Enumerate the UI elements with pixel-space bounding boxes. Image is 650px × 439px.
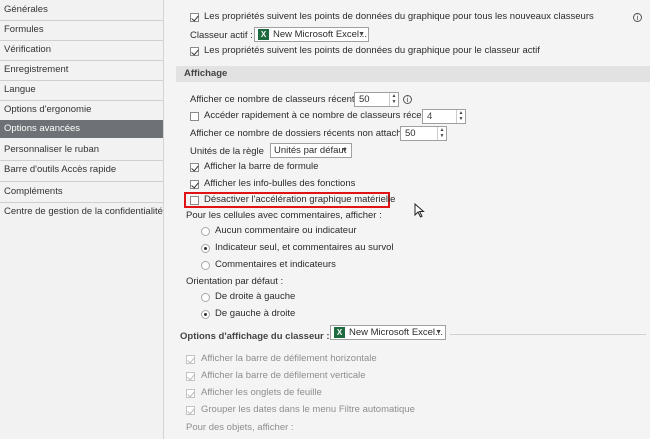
orientation-label: Orientation par défaut :: [186, 276, 284, 287]
spin-arrows-icon[interactable]: ▲ ▼: [389, 93, 398, 106]
chevron-down-icon: ▼: [358, 31, 365, 38]
disable-hw-accel-label: Désactiver l'accélération graphique maté…: [204, 194, 396, 205]
comments-label: Pour les cellules avec commentaires, aff…: [186, 210, 382, 221]
recent-folders-stepper[interactable]: 50 ▲ ▼: [400, 126, 447, 141]
comments-none-radio[interactable]: [201, 227, 210, 236]
comments-both-radio[interactable]: [201, 261, 210, 270]
chevron-down-icon: ▼: [435, 329, 442, 336]
workbook-display-header: Options d'affichage du classeur :: [180, 331, 330, 342]
spin-arrows-icon[interactable]: ▲ ▼: [437, 127, 446, 140]
orientation-ltr-label: De gauche à droite: [215, 308, 296, 319]
sidebar-item-formulas[interactable]: Formules: [0, 21, 163, 39]
sidebar-item-customize-ribbon[interactable]: Personnaliser le ruban: [0, 141, 163, 159]
spin-arrows-icon[interactable]: ▲ ▼: [456, 110, 465, 123]
section-display-header: Affichage: [176, 66, 650, 82]
function-tooltips-label: Afficher les info-bulles des fonctions: [204, 178, 356, 189]
workbook-display-select[interactable]: X New Microsoft Excel... ▼: [330, 325, 446, 340]
active-workbook-label: Classeur actif :: [190, 30, 253, 41]
comments-none-label: Aucun commentaire ou indicateur: [215, 225, 357, 236]
excel-icon: X: [334, 327, 345, 338]
ruler-units-label: Unités de la règle: [190, 146, 264, 157]
sidebar-item-quick-access-toolbar[interactable]: Barre d'outils Accès rapide: [0, 161, 163, 179]
sidebar-item-advanced[interactable]: Options avancées: [0, 120, 163, 138]
datapoints-active-label: Les propriétés suivent les points de don…: [204, 45, 540, 56]
options-sidebar: Générales Formules Vérification Enregist…: [0, 0, 164, 439]
function-tooltips-checkbox[interactable]: [190, 180, 199, 189]
sidebar-item-accessibility[interactable]: Options d'ergonomie: [0, 101, 163, 119]
vscroll-checkbox[interactable]: [186, 372, 195, 381]
group-dates-checkbox[interactable]: [186, 406, 195, 415]
objects-label: Pour des objets, afficher :: [186, 422, 294, 433]
group-dates-label: Grouper les dates dans le menu Filtre au…: [201, 404, 415, 415]
info-icon[interactable]: i: [633, 13, 642, 22]
quick-access-recent-label: Accéder rapidement à ce nombre de classe…: [204, 110, 440, 121]
datapoints-all-checkbox[interactable]: [190, 13, 199, 22]
info-icon[interactable]: i: [403, 95, 412, 104]
section-divider: [450, 334, 646, 335]
vscroll-label: Afficher la barre de défilement vertical…: [201, 370, 366, 381]
advanced-options-panel: Les propriétés suivent les points de don…: [164, 0, 650, 439]
mouse-pointer-icon: [414, 203, 425, 218]
datapoints-active-checkbox[interactable]: [190, 47, 199, 56]
active-workbook-select[interactable]: X New Microsoft Excel... ▼: [254, 27, 369, 42]
quick-access-recent-stepper[interactable]: 4 ▲ ▼: [422, 109, 466, 124]
comments-both-label: Commentaires et indicateurs: [215, 259, 336, 270]
sidebar-divider: [0, 181, 163, 182]
orientation-ltr-radio[interactable]: [201, 310, 210, 319]
sidebar-item-proofing[interactable]: Vérification: [0, 41, 163, 59]
hscroll-checkbox[interactable]: [186, 355, 195, 364]
sidebar-item-save[interactable]: Enregistrement: [0, 61, 163, 79]
sidebar-item-addins[interactable]: Compléments: [0, 183, 163, 201]
ruler-units-select[interactable]: Unités par défaut ▼: [270, 143, 352, 158]
sidebar-item-language[interactable]: Langue: [0, 81, 163, 99]
sidebar-item-trust-center[interactable]: Centre de gestion de la confidentialité: [0, 203, 163, 221]
formula-bar-label: Afficher la barre de formule: [204, 161, 319, 172]
sheet-tabs-checkbox[interactable]: [186, 389, 195, 398]
datapoints-all-label: Les propriétés suivent les points de don…: [204, 11, 594, 22]
sidebar-item-general[interactable]: Générales: [0, 1, 163, 19]
disable-hw-accel-checkbox[interactable]: [190, 196, 199, 205]
recent-folders-label: Afficher ce nombre de dossiers récents n…: [190, 128, 417, 139]
recent-workbooks-stepper[interactable]: 50 ▲ ▼: [354, 92, 399, 107]
orientation-rtl-radio[interactable]: [201, 293, 210, 302]
orientation-rtl-label: De droite à gauche: [215, 291, 296, 302]
sheet-tabs-label: Afficher les onglets de feuille: [201, 387, 322, 398]
formula-bar-checkbox[interactable]: [190, 163, 199, 172]
hscroll-label: Afficher la barre de défilement horizont…: [201, 353, 377, 364]
comments-indicator-label: Indicateur seul, et commentaires au surv…: [215, 242, 394, 253]
excel-icon: X: [258, 29, 269, 40]
comments-indicator-radio[interactable]: [201, 244, 210, 253]
recent-workbooks-label: Afficher ce nombre de classeurs récents …: [190, 94, 365, 105]
chevron-down-icon: ▼: [341, 147, 348, 154]
quick-access-recent-checkbox[interactable]: [190, 112, 199, 121]
